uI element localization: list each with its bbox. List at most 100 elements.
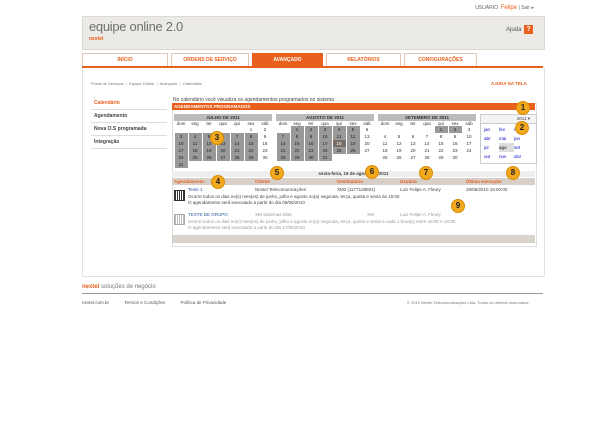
col-usuario[interactable]: Usuário <box>400 179 417 184</box>
footer-link-terms[interactable]: Termos e Condições <box>124 300 165 305</box>
calendar-day[interactable]: 20 <box>407 147 420 154</box>
calendar-day[interactable]: 28 <box>421 154 434 161</box>
calendar-day[interactable]: 30 <box>304 154 318 161</box>
calendar-day[interactable]: 13 <box>361 133 374 140</box>
month-option[interactable]: jan <box>484 125 499 134</box>
calendar-day[interactable]: 9 <box>449 133 462 140</box>
calendar-day[interactable]: 7 <box>421 133 434 140</box>
calendar-day[interactable]: 24 <box>318 147 332 154</box>
schedule-name-link[interactable]: TESTE DE GRUPO <box>188 212 228 217</box>
schedule-name-link[interactable]: Teste 1 <box>188 187 203 192</box>
calendar-day[interactable]: 6 <box>407 133 420 140</box>
calendar-day[interactable]: 28 <box>276 154 290 161</box>
calendar-day[interactable]: 30 <box>259 154 272 161</box>
calendar-day[interactable]: 29 <box>290 154 304 161</box>
sidebar-item-integracao[interactable]: Integração <box>91 136 167 149</box>
calendar-day[interactable]: 18 <box>332 140 346 147</box>
calendar-day[interactable]: 16 <box>304 140 318 147</box>
calendar-day[interactable]: 5 <box>393 133 406 140</box>
calendar-day[interactable]: 31 <box>174 161 188 168</box>
calendar-day[interactable]: 9 <box>259 133 272 140</box>
month-option[interactable]: dez <box>514 152 529 161</box>
tab-avancado[interactable]: AVANÇADO <box>252 53 323 67</box>
month-option[interactable]: abr <box>484 134 499 143</box>
calendar-day[interactable]: 27 <box>216 154 230 161</box>
calendar-day[interactable]: 15 <box>244 140 258 147</box>
calendar-day[interactable]: 3 <box>463 126 476 133</box>
calendar-day[interactable]: 12 <box>393 140 406 147</box>
help-icon[interactable]: ? <box>524 25 533 34</box>
calendar-day[interactable]: 4 <box>332 126 346 133</box>
calendar-day[interactable]: 21 <box>230 147 244 154</box>
calendar-day[interactable]: 27 <box>407 154 420 161</box>
calendar-day[interactable]: 1 <box>290 126 304 133</box>
calendar-day[interactable]: 21 <box>421 147 434 154</box>
tab-configuracoes[interactable]: CONFIGURAÇÕES <box>404 53 477 67</box>
calendar-day[interactable]: 26 <box>393 154 406 161</box>
calendar-day[interactable]: 18 <box>188 147 202 154</box>
calendar-day[interactable]: 19 <box>202 147 216 154</box>
calendar-day[interactable]: 16 <box>449 140 462 147</box>
calendar-day[interactable]: 20 <box>361 140 374 147</box>
calendar-day[interactable]: 5 <box>346 126 360 133</box>
calendar-day[interactable]: 6 <box>361 126 374 133</box>
month-option[interactable]: out <box>484 152 499 161</box>
help-link[interactable]: Ajuda <box>506 27 521 33</box>
tab-ordens-de-servico[interactable]: ORDENS DE SERVIÇO <box>171 53 249 67</box>
col-cliente[interactable]: Cliente <box>255 179 270 184</box>
tab-relatorios[interactable]: RELATÓRIOS <box>326 53 401 67</box>
sidebar-item-nova-os[interactable]: Nova O.S programada <box>91 123 167 136</box>
table-row[interactable]: Teste 1 Nextel Telecomunicações XM2 (117… <box>172 186 535 211</box>
calendar-day[interactable]: 27 <box>361 147 374 154</box>
calendar-day[interactable]: 14 <box>276 140 290 147</box>
calendar-day[interactable]: 1 <box>434 126 448 133</box>
calendar-day[interactable]: 4 <box>379 133 392 140</box>
calendar-day[interactable]: 25 <box>379 154 392 161</box>
calendar-day[interactable]: 16 <box>259 140 272 147</box>
calendar-day[interactable]: 19 <box>393 147 406 154</box>
col-destinatario[interactable]: Destinatário <box>337 179 363 184</box>
calendar-day[interactable]: 24 <box>174 154 188 161</box>
calendar-day[interactable]: 30 <box>449 154 462 161</box>
calendar-day[interactable]: 10 <box>174 140 188 147</box>
calendar-day[interactable]: 19 <box>346 140 360 147</box>
calendar-day[interactable]: 2 <box>259 126 272 133</box>
help-on-screen-link[interactable]: AJUDA NA TELA <box>491 81 527 86</box>
col-agendamento[interactable]: Agendamento <box>174 179 204 184</box>
calendar-day[interactable]: 20 <box>216 147 230 154</box>
tab-inicio[interactable]: INÍCIO <box>82 53 168 67</box>
footer-link-site[interactable]: nextel.com.br <box>82 300 109 305</box>
calendar-day[interactable]: 10 <box>318 133 332 140</box>
sidebar-item-agendamento[interactable]: Agendamento <box>91 110 167 123</box>
calendar-day[interactable]: 26 <box>202 154 216 161</box>
col-ultima-execucao[interactable]: Última execução <box>466 179 502 184</box>
calendar-day[interactable]: 12 <box>346 133 360 140</box>
calendar-day[interactable]: 11 <box>188 140 202 147</box>
calendar-day[interactable]: 7 <box>276 133 290 140</box>
calendar-day[interactable]: 29 <box>435 154 448 161</box>
calendar-day[interactable]: 17 <box>174 147 188 154</box>
calendar-day[interactable]: 29 <box>244 154 258 161</box>
month-option[interactable]: mai <box>499 134 514 143</box>
calendar-day[interactable]: 3 <box>174 133 188 140</box>
month-option[interactable]: set <box>514 143 529 152</box>
calendar-day[interactable]: 22 <box>290 147 304 154</box>
calendar-day[interactable]: 24 <box>463 147 476 154</box>
month-option[interactable]: jul <box>484 143 499 152</box>
calendar-day[interactable]: 25 <box>332 147 346 154</box>
calendar-day[interactable]: 10 <box>463 133 476 140</box>
calendar-day[interactable]: 31 <box>318 154 332 161</box>
breadcrumb-item[interactable]: Portal de Serviços <box>91 81 123 86</box>
calendar-day[interactable]: 3 <box>318 126 332 133</box>
calendar-day[interactable]: 1 <box>245 126 258 133</box>
calendar-day[interactable]: 23 <box>449 147 462 154</box>
month-option[interactable]: nov <box>499 152 514 161</box>
calendar-day[interactable]: 23 <box>304 147 318 154</box>
calendar-day[interactable]: 4 <box>188 133 202 140</box>
user-name[interactable]: Felipe <box>501 5 517 11</box>
calendar-day[interactable]: 22 <box>244 147 258 154</box>
calendar-day[interactable]: 22 <box>435 147 448 154</box>
calendar-day[interactable]: 17 <box>318 140 332 147</box>
calendar-day[interactable]: 14 <box>421 140 434 147</box>
calendar-day[interactable]: 21 <box>276 147 290 154</box>
